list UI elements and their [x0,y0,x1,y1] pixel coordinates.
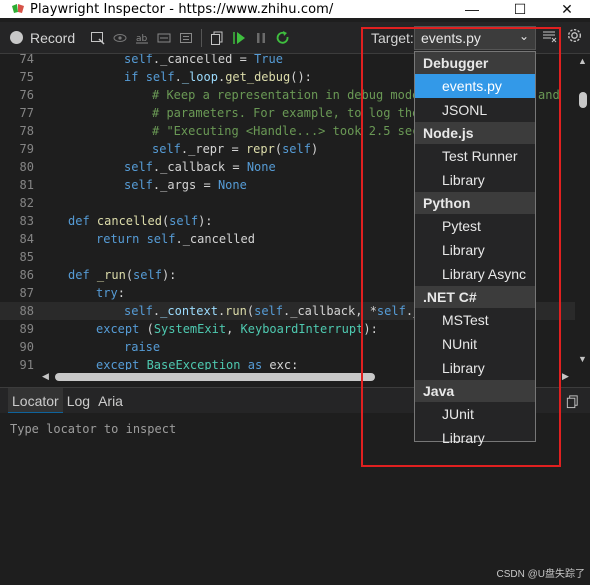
horizontal-scroll-thumb[interactable] [55,373,375,381]
assert-text-icon[interactable]: ab [131,27,153,49]
dropdown-option-python-library-async[interactable]: Library Async [415,262,535,286]
assert-value-icon[interactable] [153,27,175,49]
dropdown-group-python: Python [415,192,535,214]
dropdown-option-events-py[interactable]: events.py [415,74,535,98]
dropdown-option-junit[interactable]: JUnit [415,402,535,426]
dropdown-group-java: Java [415,380,535,402]
dropdown-group-dotnet: .NET C# [415,286,535,308]
resume-icon[interactable] [228,27,250,49]
toolbar-divider [201,28,203,47]
assert-visibility-icon[interactable] [109,27,131,49]
minimize-button[interactable]: — [449,0,495,18]
pick-locator-icon[interactable] [87,27,109,49]
close-window-button[interactable]: ✕ [544,0,590,18]
locator-placeholder: Type locator to inspect [10,422,177,436]
assert-snapshot-icon[interactable] [175,27,197,49]
dropdown-option-test-runner[interactable]: Test Runner [415,144,535,168]
target-select[interactable]: events.py ⌄ [414,26,536,50]
target-select-value: events.py [421,30,481,46]
copy-code-icon[interactable] [206,27,228,49]
copy-locator-icon[interactable] [565,394,580,412]
dropdown-option-jsonl[interactable]: JSONL [415,98,535,122]
editor-vertical-scrollbar[interactable]: ▲ ▼ [575,54,590,370]
pause-icon[interactable] [250,27,272,49]
watermark: CSDN @U盘失踪了 [496,569,586,580]
record-button[interactable]: Record [10,30,75,46]
dropdown-option-python-library[interactable]: Library [415,238,535,262]
target-dropdown-list[interactable]: Debugger events.py JSONL Node.js Test Ru… [414,51,536,446]
record-label: Record [30,29,76,46]
dropdown-group-nodejs: Node.js [415,122,535,144]
step-over-icon[interactable] [272,27,294,49]
tab-aria[interactable]: Aria [94,388,127,414]
chevron-down-icon: ⌄ [518,29,529,43]
target-label: Target: [371,30,414,46]
window-title: Playwright Inspector - https://www.zhihu… [30,1,334,17]
scroll-left-icon[interactable]: ◀ [42,371,49,382]
toolbar: Record ab Target: events.py ⌄ [0,22,590,54]
dropdown-option-pytest[interactable]: Pytest [415,214,535,238]
vertical-scroll-thumb[interactable] [579,92,587,108]
scroll-right-icon[interactable]: ▶ [562,371,569,382]
maximize-button[interactable]: ☐ [497,0,543,18]
tab-log[interactable]: Log [63,388,94,414]
clear-icon[interactable] [542,28,558,48]
dropdown-option-java-library[interactable]: Library [415,426,535,450]
overflow-comment-fragment: and [538,88,560,102]
window-title-bar: Playwright Inspector - https://www.zhihu… [0,0,590,18]
playwright-logo-icon [12,4,24,13]
dropdown-option-nunit[interactable]: NUnit [415,332,535,356]
dropdown-group-debugger: Debugger [415,52,535,74]
gear-icon[interactable] [566,27,583,48]
dropdown-option-node-library[interactable]: Library [415,168,535,192]
dropdown-option-dotnet-library[interactable]: Library [415,356,535,380]
tab-locator[interactable]: Locator [8,387,63,414]
scroll-down-icon[interactable]: ▼ [578,354,587,364]
record-icon [10,31,23,44]
dropdown-option-mstest[interactable]: MSTest [415,308,535,332]
scroll-up-icon[interactable]: ▲ [578,56,587,66]
